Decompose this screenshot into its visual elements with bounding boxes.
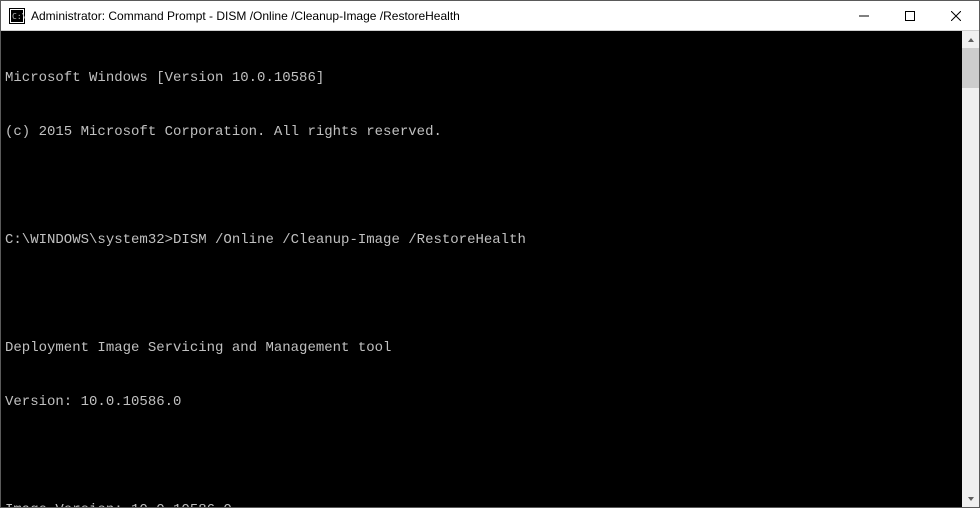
close-button[interactable] — [933, 1, 979, 30]
terminal-line: (c) 2015 Microsoft Corporation. All righ… — [5, 123, 962, 141]
svg-text:C:\: C:\ — [12, 12, 25, 21]
scrollbar-thumb[interactable] — [962, 48, 979, 88]
command-prompt-window: C:\ Administrator: Command Prompt - DISM… — [0, 0, 980, 508]
window-controls — [841, 1, 979, 30]
minimize-button[interactable] — [841, 1, 887, 30]
terminal-line: Deployment Image Servicing and Managemen… — [5, 339, 962, 357]
scrollbar-track[interactable] — [962, 48, 979, 490]
terminal-output[interactable]: Microsoft Windows [Version 10.0.10586] (… — [1, 31, 962, 507]
terminal-line — [5, 177, 962, 195]
window-title: Administrator: Command Prompt - DISM /On… — [31, 9, 841, 23]
terminal-line — [5, 285, 962, 303]
terminal-prompt-line: C:\WINDOWS\system32>DISM /Online /Cleanu… — [5, 231, 962, 249]
maximize-button[interactable] — [887, 1, 933, 30]
titlebar[interactable]: C:\ Administrator: Command Prompt - DISM… — [1, 1, 979, 31]
terminal-line: Version: 10.0.10586.0 — [5, 393, 962, 411]
terminal-line: Image Version: 10.0.10586.0 — [5, 501, 962, 507]
cmd-icon: C:\ — [9, 8, 25, 24]
terminal-line — [5, 447, 962, 465]
terminal-line: Microsoft Windows [Version 10.0.10586] — [5, 69, 962, 87]
vertical-scrollbar[interactable] — [962, 31, 979, 507]
scroll-down-button[interactable] — [962, 490, 979, 507]
scroll-up-button[interactable] — [962, 31, 979, 48]
content-area: Microsoft Windows [Version 10.0.10586] (… — [1, 31, 979, 507]
